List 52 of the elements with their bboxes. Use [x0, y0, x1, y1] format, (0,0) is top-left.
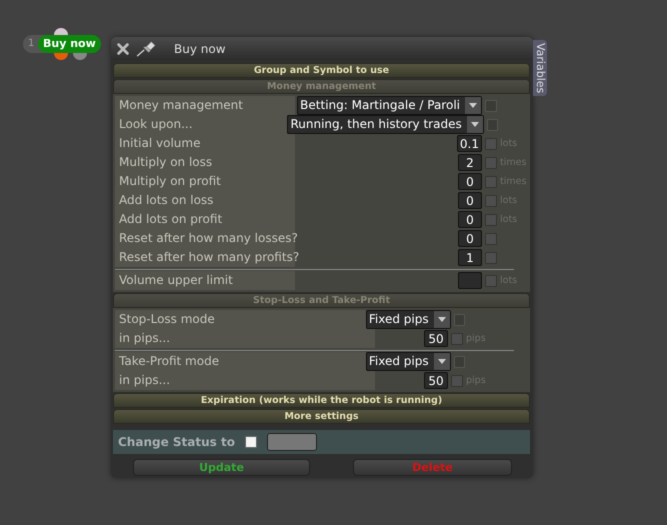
number-field[interactable]: 0.1 — [456, 135, 482, 152]
field-label: Money management — [115, 96, 295, 115]
checkbox[interactable] — [451, 374, 463, 386]
number-field[interactable]: 50 — [424, 330, 448, 347]
number-field[interactable]: 1 — [458, 249, 482, 266]
number-field[interactable]: 50 — [424, 372, 448, 389]
close-icon[interactable] — [116, 42, 130, 56]
checkbox[interactable] — [485, 138, 497, 150]
field-label: Look upon... — [115, 115, 288, 134]
field-label: Take-Profit mode — [115, 352, 366, 371]
window-title: Buy now — [174, 42, 226, 56]
pin-icon[interactable] — [136, 40, 156, 56]
number-field[interactable]: 0 — [458, 230, 482, 247]
caret-icon — [470, 122, 479, 127]
checkbox[interactable] — [244, 436, 257, 448]
caret-icon — [469, 103, 477, 108]
variables-tab[interactable]: Variables — [533, 40, 547, 96]
status-label: Change Status to — [118, 435, 235, 449]
checkbox[interactable] — [451, 332, 463, 344]
field-label: Reset after how many losses? — [115, 229, 295, 248]
handle-icon[interactable] — [54, 53, 68, 60]
caret-icon — [438, 359, 446, 364]
field-label: Volume upper limit — [115, 271, 295, 290]
field-label: Initial volume — [115, 134, 295, 153]
field-label: Add lots on profit — [115, 210, 295, 229]
number-field[interactable]: 0 — [458, 173, 482, 190]
section-header[interactable]: Expiration (works while the robot is running) — [113, 393, 530, 408]
checkbox[interactable] — [485, 232, 497, 244]
field-label: Multiply on profit — [115, 172, 295, 191]
number-field[interactable]: 0 — [458, 192, 482, 209]
number-field[interactable]: 2 — [458, 154, 482, 171]
checkbox[interactable] — [485, 194, 497, 206]
field-label: Stop-Loss mode — [115, 310, 366, 329]
number-field[interactable] — [458, 272, 482, 289]
section-header[interactable]: Group and Symbol to use — [113, 63, 530, 78]
field-label: in pips... — [115, 371, 375, 390]
buy-now-button[interactable]: Buy now — [38, 35, 101, 53]
checkbox[interactable] — [485, 176, 497, 188]
status-field[interactable] — [266, 433, 317, 451]
checkbox[interactable] — [485, 214, 497, 226]
section-header[interactable]: More settings — [113, 409, 530, 424]
field-label: Multiply on loss — [115, 153, 295, 172]
handle-icon[interactable] — [54, 28, 68, 35]
caret-icon — [438, 317, 446, 322]
handle-icon[interactable] — [73, 53, 87, 60]
checkbox[interactable] — [485, 156, 497, 168]
field-label: in pips... — [115, 329, 375, 348]
checkbox[interactable] — [485, 252, 497, 264]
field-label: Add lots on loss — [115, 191, 295, 210]
checkbox[interactable] — [485, 274, 497, 286]
number-field[interactable]: 0 — [458, 211, 482, 228]
update-button[interactable]: Update — [133, 459, 310, 476]
